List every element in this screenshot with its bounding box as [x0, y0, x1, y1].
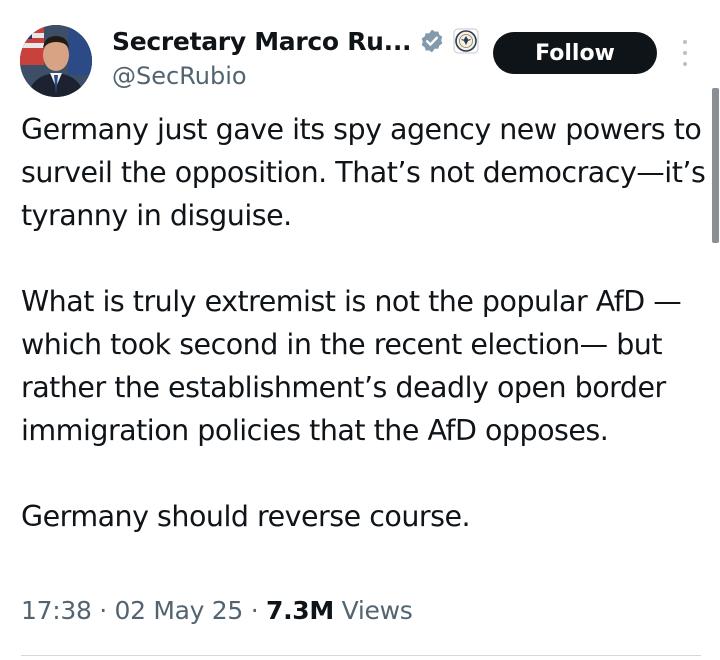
verified-badge-icon[interactable] [419, 28, 445, 54]
author-handle[interactable]: @SecRubio [112, 62, 247, 90]
more-vertical-icon[interactable] [678, 40, 692, 66]
views-label[interactable]: Views [342, 596, 413, 625]
meta-separator: · [250, 596, 259, 625]
tweet-paragraph: Germany just gave its spy agency new pow… [21, 113, 706, 232]
tweet-paragraph: Germany should reverse course. [21, 500, 471, 533]
tweet-body: Germany just gave its spy agency new pow… [21, 108, 711, 538]
tweet-time[interactable]: 17:38 [21, 596, 92, 625]
meta-separator: · [99, 596, 107, 625]
tweet-card: Secretary Marco Ru... @SecRubio Follow G… [0, 0, 720, 660]
author-display-name[interactable]: Secretary Marco Ru... [112, 27, 412, 56]
author-avatar[interactable] [20, 25, 92, 97]
tweet-date[interactable]: 02 May 25 [115, 596, 244, 625]
state-department-seal-icon[interactable] [453, 28, 479, 54]
follow-button[interactable]: Follow [493, 32, 657, 74]
author-name-row: Secretary Marco Ru... [112, 24, 479, 58]
avatar-photo-icon [20, 25, 92, 97]
tweet-meta: 17:38 · 02 May 25 · 7.3M Views [21, 596, 413, 625]
views-count[interactable]: 7.3M [266, 596, 334, 625]
scrollbar-thumb[interactable] [712, 88, 719, 243]
divider [21, 655, 701, 656]
tweet-paragraph: What is truly extremist is not the popul… [21, 285, 682, 447]
